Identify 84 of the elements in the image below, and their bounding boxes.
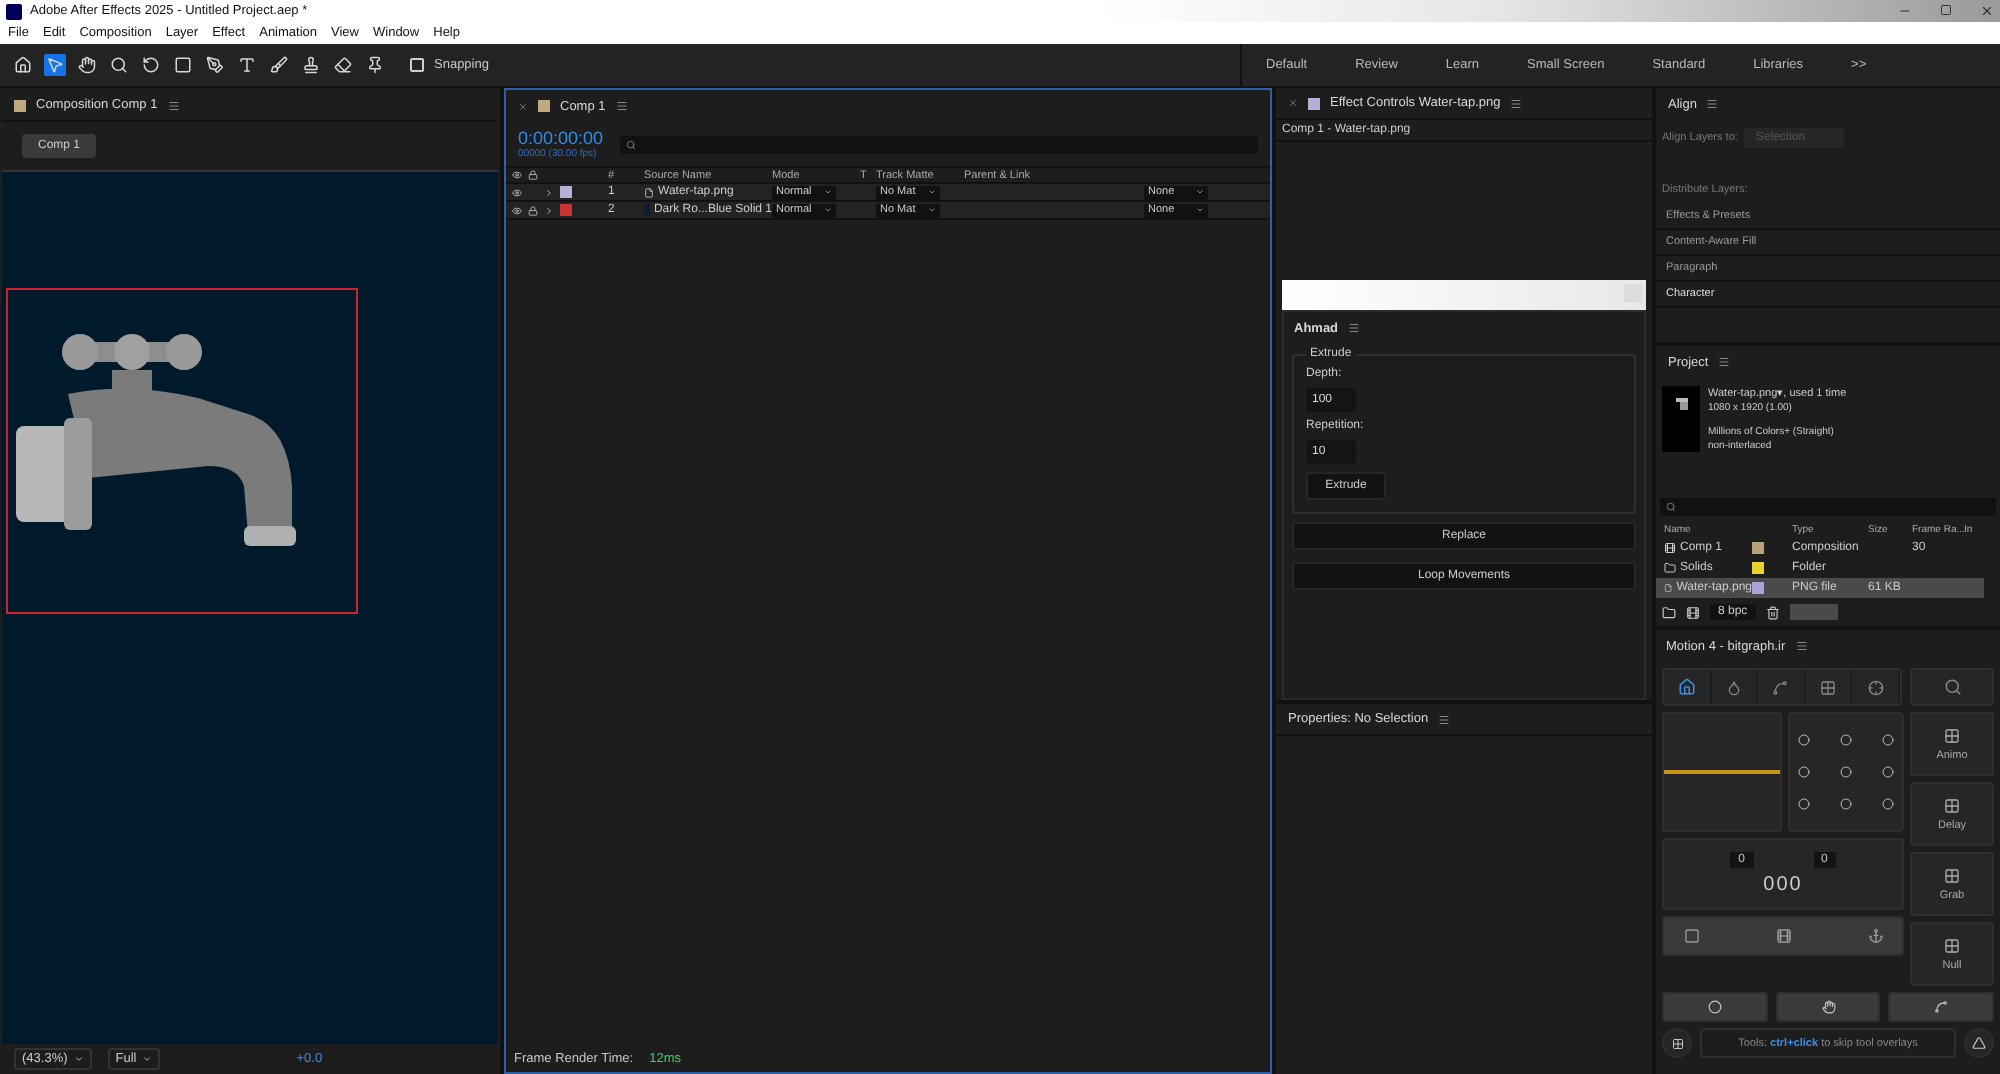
label-swatch[interactable] (560, 204, 572, 216)
grid-icon (1944, 727, 1960, 743)
anchor-grid[interactable] (1788, 712, 1904, 832)
film-icon (1664, 542, 1676, 554)
search-icon (1666, 502, 1676, 512)
droplet-icon[interactable] (1725, 679, 1742, 695)
grid-icon[interactable] (1820, 679, 1837, 695)
visibility-icon (512, 170, 522, 180)
circle-icon (1839, 734, 1851, 746)
circle-icon (1881, 734, 1893, 746)
text-icon[interactable] (236, 54, 258, 76)
caret-icon (142, 1053, 153, 1063)
menu-icon[interactable] (615, 100, 628, 112)
circle-icon (1797, 734, 1809, 746)
curve-icon (1934, 1000, 1949, 1014)
curve-graph[interactable] (1662, 712, 1782, 832)
menu-icon[interactable] (167, 99, 180, 111)
app-logo-icon (6, 3, 22, 19)
caret-icon (73, 1053, 84, 1063)
anchor-icon[interactable] (1867, 928, 1883, 944)
expand-button[interactable] (1662, 1028, 1692, 1058)
circle-icon (1797, 798, 1809, 810)
grid-icon (1671, 1037, 1683, 1049)
label-swatch[interactable] (1752, 562, 1764, 574)
rotate-icon[interactable] (140, 54, 162, 76)
eraser-icon[interactable] (332, 54, 354, 76)
visibility-icon[interactable] (512, 205, 522, 215)
triangle-icon (1972, 1036, 1986, 1050)
pin-icon[interactable] (364, 54, 386, 76)
search-field[interactable] (619, 135, 1258, 153)
home-icon[interactable] (1677, 678, 1696, 696)
file-icon (644, 187, 654, 197)
square-icon[interactable] (1683, 928, 1699, 944)
menu-icon[interactable] (1510, 97, 1523, 109)
crosshair-icon[interactable] (1867, 679, 1884, 695)
timecode[interactable]: 0:00:00:00 (518, 128, 604, 148)
lock-icon (528, 170, 538, 180)
rectangle-icon[interactable] (172, 54, 194, 76)
trash-icon[interactable] (1765, 605, 1780, 619)
grid-icon (1944, 937, 1960, 953)
visibility-icon[interactable] (512, 187, 522, 197)
close-icon[interactable] (1980, 4, 1994, 18)
menu-icon[interactable] (1348, 322, 1361, 334)
search-icon[interactable] (108, 54, 130, 76)
color-swatch[interactable] (1789, 604, 1838, 620)
brush-icon[interactable] (268, 54, 290, 76)
search-icon (1943, 678, 1961, 696)
folder-icon[interactable] (1662, 605, 1676, 619)
maximize-icon[interactable] (1940, 4, 1952, 16)
lock-icon[interactable] (528, 205, 538, 215)
grid-icon (1944, 867, 1960, 883)
file-icon (1664, 582, 1673, 594)
menu-icon[interactable] (1718, 356, 1731, 368)
circle-icon (1881, 766, 1893, 778)
search-icon (625, 139, 636, 149)
grid-icon (1944, 797, 1960, 813)
composition-swatch-icon (538, 100, 550, 112)
label-swatch[interactable] (1752, 542, 1764, 554)
stamp-icon[interactable] (300, 54, 322, 76)
circle-icon (1839, 766, 1851, 778)
tool-button[interactable] (1775, 992, 1881, 1022)
pointer-icon[interactable] (44, 54, 66, 76)
menu-icon[interactable] (1706, 98, 1719, 110)
film-icon[interactable] (1775, 928, 1791, 944)
folder-icon (1664, 562, 1676, 574)
circle-icon (1839, 798, 1851, 810)
pen-icon[interactable] (204, 54, 226, 76)
label-swatch[interactable] (1752, 582, 1764, 594)
counter-value: 000 (1763, 874, 1803, 896)
menu-icon[interactable] (1438, 713, 1451, 725)
curve-icon[interactable] (1772, 679, 1789, 695)
hand-icon[interactable] (76, 54, 98, 76)
circle-icon (1797, 766, 1809, 778)
composition-swatch-icon (14, 99, 26, 111)
menu-icon[interactable] (1795, 640, 1808, 652)
label-swatch[interactable] (560, 186, 572, 198)
circle-icon (1881, 798, 1893, 810)
circle-icon (1707, 1000, 1722, 1014)
search-field[interactable] (1660, 498, 1996, 516)
snapping-checkbox[interactable] (410, 58, 424, 72)
composition-icon[interactable] (1686, 605, 1700, 619)
hand-icon (1821, 1000, 1835, 1014)
layer-swatch-icon (1308, 97, 1320, 109)
triangle-button[interactable] (1964, 1028, 1994, 1058)
